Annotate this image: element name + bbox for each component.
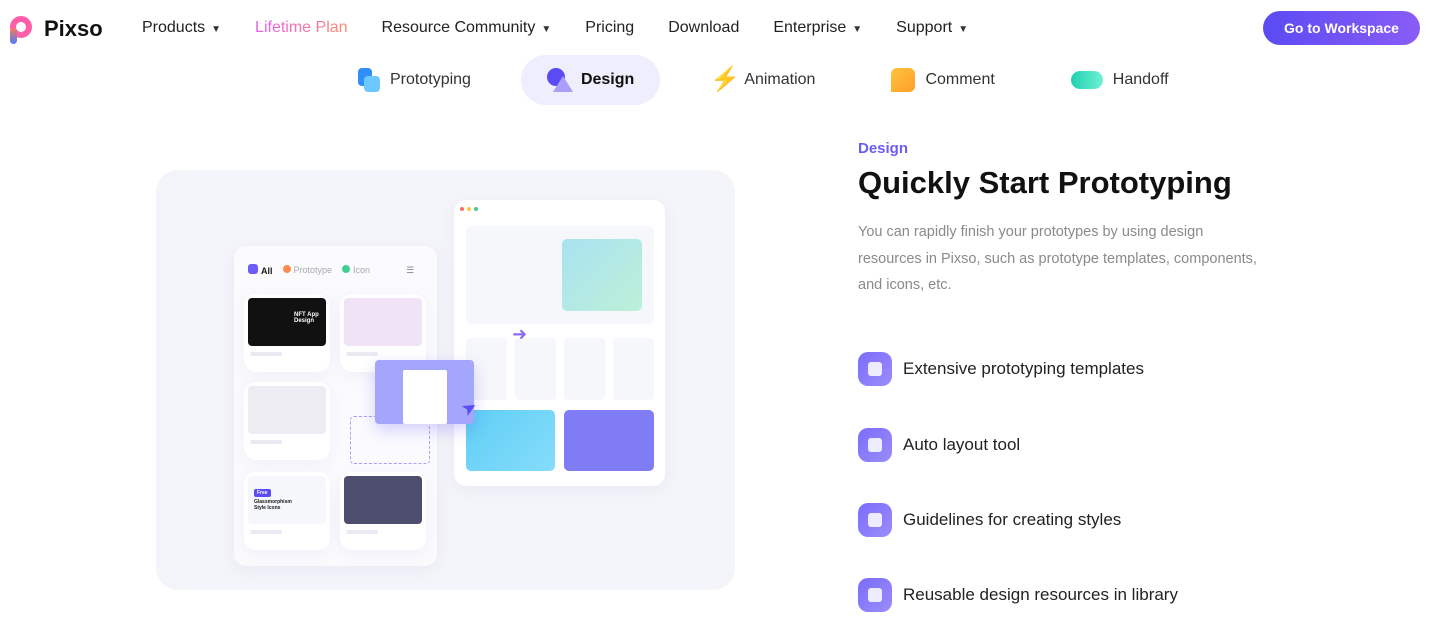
lightning-icon: ⚡ xyxy=(710,66,741,93)
nav-support[interactable]: Support ▼ xyxy=(896,19,968,37)
card-title: Glassmorphism Style Icons xyxy=(254,499,292,511)
brand-name: Pixso xyxy=(44,16,103,41)
template-card[interactable]: NFT App Design xyxy=(244,294,330,372)
tab-label: Handoff xyxy=(1112,71,1169,88)
feature-label: Extensive prototyping templates xyxy=(903,359,1144,378)
nav-download[interactable]: Download xyxy=(668,19,739,37)
template-card[interactable] xyxy=(244,382,330,460)
prototyping-icon xyxy=(356,68,380,92)
section-eyebrow: Design xyxy=(858,140,909,157)
nav-products[interactable]: Products ▼ xyxy=(142,19,221,37)
nav-label: Products xyxy=(142,19,206,36)
chevron-down-icon: ▼ xyxy=(211,24,222,35)
nav-lifetime-plan[interactable]: Lifetime Plan xyxy=(255,19,348,37)
filter-all[interactable]: All xyxy=(248,264,273,276)
tab-prototyping[interactable]: Prototyping xyxy=(330,55,497,105)
tab-animation[interactable]: ⚡ Animation xyxy=(684,55,841,105)
nav-resource-community[interactable]: Resource Community ▼ xyxy=(382,19,552,37)
tab-label: Animation xyxy=(744,71,816,88)
feature-item: Extensive prototyping templates xyxy=(858,352,1144,386)
design-illustration: All Prototype Icon ☰ NFT App Design Free… xyxy=(156,170,735,590)
arrow-icon: ➜ xyxy=(512,324,528,344)
nav-label: Resource Community xyxy=(381,19,536,36)
window-controls xyxy=(460,207,478,211)
card-thumbnail: NFT App Design xyxy=(248,298,326,346)
tab-label: Design xyxy=(580,71,635,88)
logo[interactable]: Pixso xyxy=(6,14,103,44)
card-thumbnail: Free Glassmorphism Style Icons xyxy=(248,476,326,524)
menu-icon[interactable]: ☰ xyxy=(406,265,414,276)
template-card[interactable] xyxy=(340,472,426,550)
tab-design[interactable]: Design xyxy=(520,55,661,105)
card-thumbnail xyxy=(248,386,326,434)
feature-item: Guidelines for creating styles xyxy=(858,503,1121,537)
feature-label: Auto layout tool xyxy=(903,435,1021,454)
template-card[interactable]: Free Glassmorphism Style Icons xyxy=(244,472,330,550)
auto-layout-icon xyxy=(858,428,892,462)
filter-bar: All Prototype Icon ☰ xyxy=(248,264,414,276)
styles-icon xyxy=(858,503,892,537)
feature-tabs: Prototyping Design ⚡ Animation Comment Ha… xyxy=(330,55,1219,105)
page-title: Quickly Start Prototyping xyxy=(858,165,1232,200)
comment-icon xyxy=(891,68,916,92)
nav-enterprise[interactable]: Enterprise ▼ xyxy=(773,19,862,37)
library-icon xyxy=(858,578,892,612)
tab-label: Comment xyxy=(925,71,995,88)
video-block xyxy=(564,410,654,471)
feature-label: Reusable design resources in library xyxy=(903,585,1178,604)
layers-icon xyxy=(858,352,892,386)
feature-label: Guidelines for creating styles xyxy=(903,510,1122,529)
nav-pricing[interactable]: Pricing xyxy=(585,19,634,37)
image-placeholders xyxy=(466,338,654,400)
card-thumbnail xyxy=(344,476,422,524)
chevron-down-icon: ▼ xyxy=(541,24,552,35)
dragged-template xyxy=(375,360,474,424)
nav-label: Enterprise xyxy=(773,19,847,36)
toggle-icon xyxy=(1070,71,1103,89)
tab-handoff[interactable]: Handoff xyxy=(1045,55,1195,105)
video-block xyxy=(466,410,555,471)
nav-label: Support xyxy=(896,19,953,36)
filter-icon[interactable]: Icon xyxy=(342,265,370,275)
card-thumbnail xyxy=(344,298,422,346)
go-to-workspace-button[interactable]: Go to Workspace xyxy=(1263,11,1420,45)
feature-item: Reusable design resources in library xyxy=(858,578,1178,612)
canvas-window xyxy=(454,200,665,486)
pixso-logo-icon xyxy=(6,14,36,44)
tab-label: Prototyping xyxy=(390,71,471,88)
main-menu: Products ▼ Lifetime Plan Resource Communi… xyxy=(142,19,1002,37)
chevron-down-icon: ▼ xyxy=(852,24,863,35)
section-description: You can rapidly finish your prototypes b… xyxy=(858,224,1257,293)
top-nav: Pixso Products ▼ Lifetime Plan Resource C… xyxy=(0,0,1451,56)
hero-block xyxy=(466,226,654,324)
feature-item: Auto layout tool xyxy=(858,428,1020,462)
chevron-down-icon: ▼ xyxy=(958,24,969,35)
tab-comment[interactable]: Comment xyxy=(865,55,1020,105)
card-badge: Free xyxy=(254,489,271,497)
design-icon xyxy=(546,68,573,92)
filter-prototype[interactable]: Prototype xyxy=(282,265,332,275)
